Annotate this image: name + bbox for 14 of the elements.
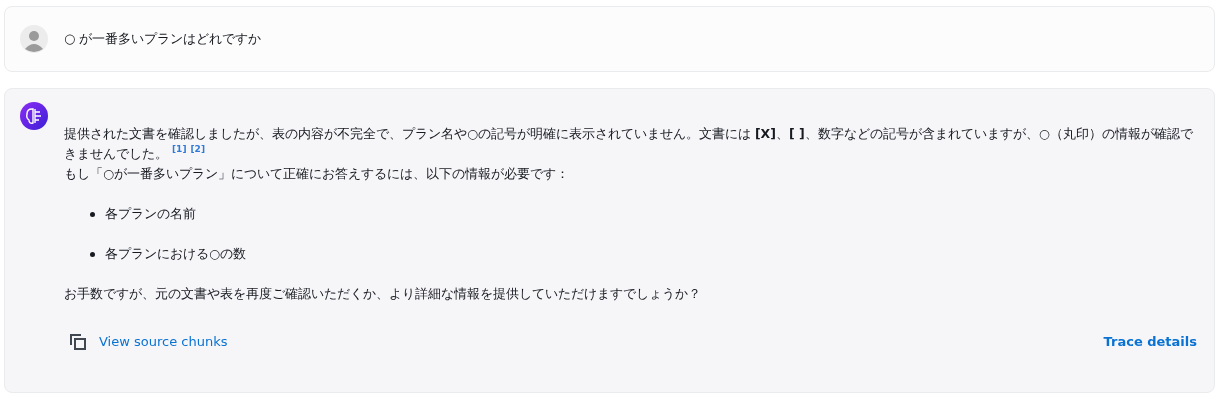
list-item-text: 各プランにおける○の数: [105, 245, 246, 263]
user-message-text: ○ が一番多いプランはどれですか: [64, 30, 262, 48]
trace-details-link[interactable]: Trace details: [1103, 332, 1197, 352]
answer-paragraph: お手数ですが、元の文書や表を再度ご確認いただくか、より詳細な情報を提供していただけますでしょうか？: [64, 285, 702, 303]
citation-link[interactable]: [1]: [172, 144, 187, 154]
citation-link[interactable]: [2]: [190, 144, 205, 154]
bullet-icon: [90, 211, 95, 217]
assistant-avatar-icon: [20, 102, 48, 130]
list-item-text: 各プランの名前: [105, 205, 196, 223]
answer-paragraph: もし「○が一番多いプラン」について正確にお答えするには、以下の情報が必要です：: [64, 165, 570, 183]
bullet-icon: [90, 251, 95, 257]
user-avatar-icon: [20, 25, 48, 53]
copy-icon[interactable]: [69, 333, 87, 351]
view-source-link[interactable]: View source chunks: [99, 332, 228, 352]
